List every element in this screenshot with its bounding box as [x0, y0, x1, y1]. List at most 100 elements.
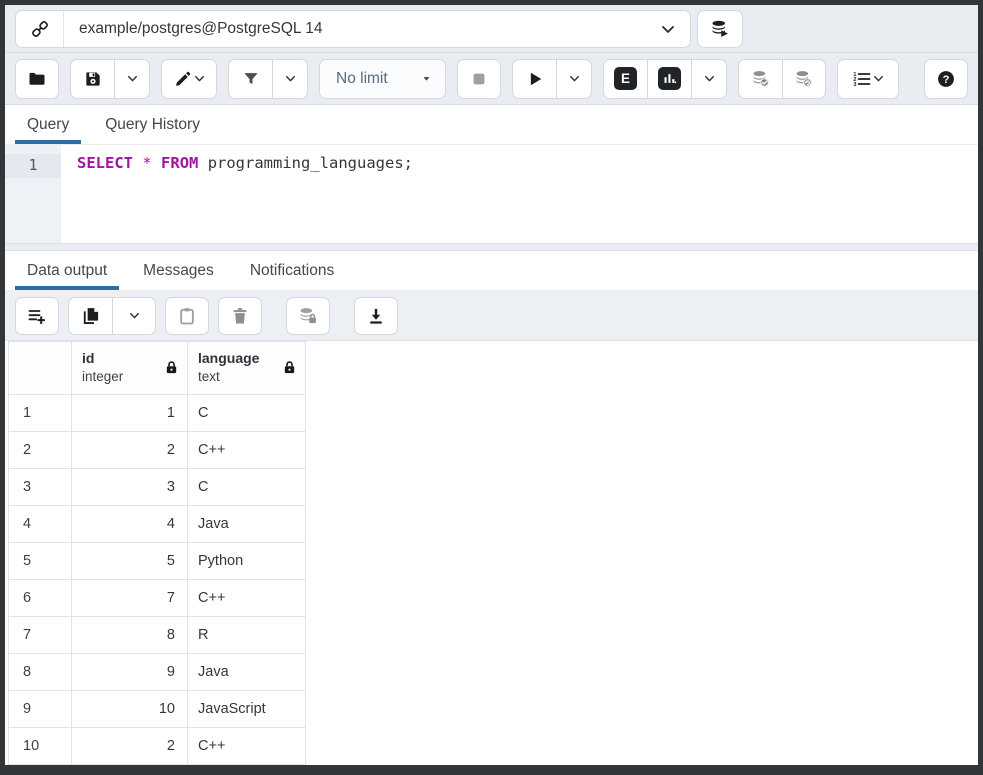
save-button[interactable]: [70, 59, 114, 99]
language-cell[interactable]: Java: [188, 654, 306, 691]
execute-options-chevron-down-icon[interactable]: [556, 59, 592, 99]
language-cell[interactable]: Python: [188, 543, 306, 580]
id-cell[interactable]: 8: [72, 617, 188, 654]
query-tool-window: example/postgres@PostgreSQL 14: [0, 0, 983, 775]
explain-options-chevron-down-icon[interactable]: [691, 59, 727, 99]
download-icon: [366, 306, 386, 326]
rows-limit-value: No limit: [336, 70, 388, 88]
connection-chevron-down-icon[interactable]: [646, 19, 690, 39]
id-cell[interactable]: 3: [72, 469, 188, 506]
language-cell[interactable]: C: [188, 469, 306, 506]
stop-icon: [469, 69, 489, 89]
column-type: integer: [82, 368, 123, 386]
chevron-down-icon: [872, 72, 885, 85]
clipboard-icon: [177, 306, 197, 326]
tab-query-history[interactable]: Query History: [91, 105, 214, 144]
id-cell[interactable]: 1: [72, 395, 188, 432]
results-tabs: Data output Messages Notifications: [5, 251, 978, 291]
sql-code-line[interactable]: SELECT * FROM programming_languages;: [61, 145, 978, 243]
table-row[interactable]: 5 5 Python: [8, 543, 306, 580]
table-row[interactable]: 3 3 C: [8, 469, 306, 506]
filter-button[interactable]: [228, 59, 272, 99]
language-cell[interactable]: C++: [188, 432, 306, 469]
id-cell[interactable]: 5: [72, 543, 188, 580]
row-number-cell[interactable]: 6: [8, 580, 72, 617]
table-row[interactable]: 7 8 R: [8, 617, 306, 654]
table-row[interactable]: 4 4 Java: [8, 506, 306, 543]
table-row[interactable]: 10 2 C++: [8, 728, 306, 765]
row-number-cell[interactable]: 9: [8, 691, 72, 728]
help-button[interactable]: ?: [924, 59, 968, 99]
tab-messages-label: Messages: [143, 262, 214, 280]
save-icon: [83, 69, 103, 89]
id-cell[interactable]: 4: [72, 506, 188, 543]
copy-icon: [81, 306, 101, 326]
cancel-query-button: [457, 59, 501, 99]
grid-corner-cell[interactable]: [8, 341, 72, 395]
connection-bar: example/postgres@PostgreSQL 14: [5, 5, 978, 53]
id-cell[interactable]: 2: [72, 432, 188, 469]
table-row[interactable]: 1 1 C: [8, 395, 306, 432]
table-row[interactable]: 2 2 C++: [8, 432, 306, 469]
row-number-cell[interactable]: 7: [8, 617, 72, 654]
add-row-button[interactable]: [15, 297, 59, 335]
help-icon: ?: [936, 69, 956, 89]
sql-keyword-select: SELECT: [77, 154, 133, 172]
rows-limit-select[interactable]: No limit: [319, 59, 446, 99]
connection-select[interactable]: example/postgres@PostgreSQL 14: [15, 10, 691, 48]
id-cell[interactable]: 9: [72, 654, 188, 691]
results-toolbar: [5, 291, 978, 341]
language-cell[interactable]: R: [188, 617, 306, 654]
save-options-chevron-down-icon[interactable]: [114, 59, 150, 99]
column-header-language[interactable]: language text: [188, 341, 306, 395]
data-output-grid: id integer language t: [5, 341, 978, 765]
copy-options-chevron-down-icon[interactable]: [112, 297, 156, 335]
macros-button[interactable]: 123: [837, 59, 899, 99]
table-row[interactable]: 9 10 JavaScript: [8, 691, 306, 728]
column-header-id[interactable]: id integer: [72, 341, 188, 395]
new-connection-button[interactable]: [697, 10, 743, 48]
explain-analyze-icon: [658, 67, 681, 90]
connection-icon: [16, 11, 64, 47]
language-cell[interactable]: C++: [188, 728, 306, 765]
chevron-down-icon: [193, 72, 206, 85]
language-cell[interactable]: JavaScript: [188, 691, 306, 728]
save-data-changes-button: [286, 297, 330, 335]
id-cell[interactable]: 2: [72, 728, 188, 765]
filter-options-chevron-down-icon[interactable]: [272, 59, 308, 99]
explain-icon: E: [614, 67, 637, 90]
query-tabs: Query Query History: [5, 105, 978, 145]
tab-data-output[interactable]: Data output: [13, 251, 121, 290]
id-cell[interactable]: 10: [72, 691, 188, 728]
row-number-cell[interactable]: 8: [8, 654, 72, 691]
language-cell[interactable]: C: [188, 395, 306, 432]
id-cell[interactable]: 7: [72, 580, 188, 617]
add-row-icon: [27, 306, 47, 326]
panel-splitter[interactable]: [5, 243, 978, 251]
execute-query-button[interactable]: [512, 59, 556, 99]
language-cell[interactable]: Java: [188, 506, 306, 543]
edit-menu-button[interactable]: [161, 59, 217, 99]
sql-editor[interactable]: 1 SELECT * FROM programming_languages;: [5, 145, 978, 243]
database-commit-icon: [751, 69, 771, 89]
tab-notifications[interactable]: Notifications: [236, 251, 348, 290]
tab-query[interactable]: Query: [13, 105, 83, 144]
table-row[interactable]: 8 9 Java: [8, 654, 306, 691]
row-number-cell[interactable]: 4: [8, 506, 72, 543]
row-number-cell[interactable]: 1: [8, 395, 72, 432]
row-number-cell[interactable]: 3: [8, 469, 72, 506]
language-cell[interactable]: C++: [188, 580, 306, 617]
tab-messages[interactable]: Messages: [129, 251, 228, 290]
query-toolbar: No limit E: [5, 53, 978, 105]
download-results-button[interactable]: [354, 297, 398, 335]
copy-button[interactable]: [68, 297, 112, 335]
column-name: id: [82, 349, 123, 368]
table-row[interactable]: 6 7 C++: [8, 580, 306, 617]
open-file-button[interactable]: [15, 59, 59, 99]
row-number-cell[interactable]: 5: [8, 543, 72, 580]
paste-button: [165, 297, 209, 335]
explain-analyze-button[interactable]: [647, 59, 691, 99]
row-number-cell[interactable]: 2: [8, 432, 72, 469]
row-number-cell[interactable]: 10: [8, 728, 72, 765]
explain-button[interactable]: E: [603, 59, 647, 99]
